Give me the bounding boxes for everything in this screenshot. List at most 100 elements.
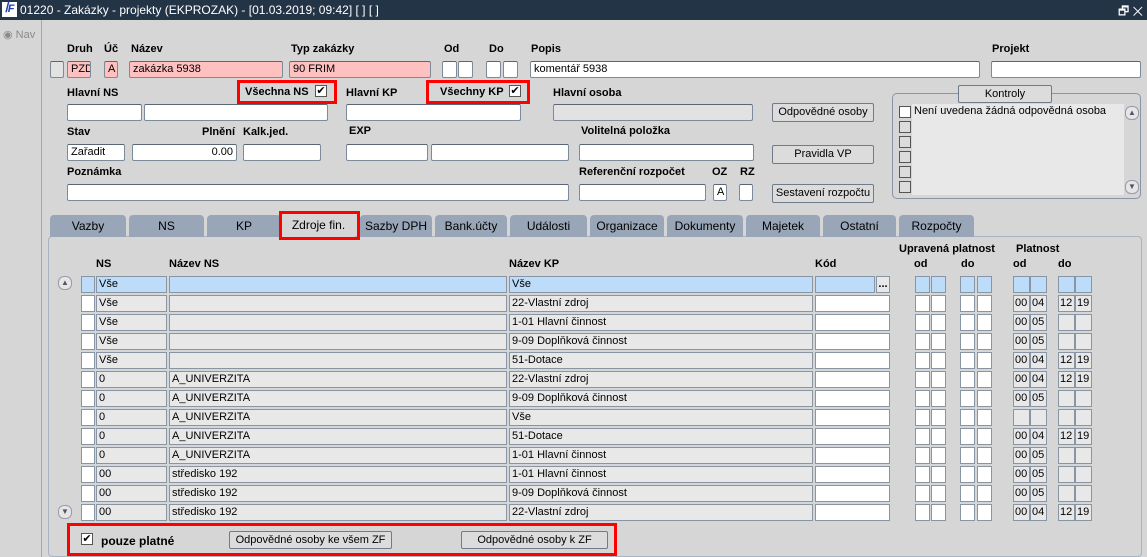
exp-field-2[interactable] xyxy=(431,144,569,161)
cell-upravena[interactable] xyxy=(915,428,930,445)
cell-upravena[interactable] xyxy=(960,447,975,464)
cell-upravena[interactable] xyxy=(915,333,930,350)
row-selector[interactable] xyxy=(81,352,95,369)
hlavni-ns-field[interactable] xyxy=(67,104,142,121)
cell-nazev-ns[interactable] xyxy=(169,276,507,293)
cell-nazev-ns[interactable]: středisko 192 xyxy=(169,466,507,483)
cell-kod[interactable] xyxy=(815,276,875,293)
cell-upravena[interactable] xyxy=(977,352,992,369)
volitelna-field[interactable] xyxy=(579,144,754,161)
cell-upravena[interactable] xyxy=(931,466,946,483)
cell-upravena[interactable] xyxy=(915,485,930,502)
row-selector[interactable] xyxy=(81,371,95,388)
cell-nazev-kp[interactable]: 22-Vlastní zdroj xyxy=(509,371,813,388)
cell-nazev-ns[interactable]: A_UNIVERZITA xyxy=(169,447,507,464)
row-selector[interactable] xyxy=(81,504,95,521)
cell-upravena[interactable] xyxy=(977,504,992,521)
kontrola-checkbox[interactable] xyxy=(899,151,911,163)
cell-upravena[interactable] xyxy=(931,409,946,426)
tab-0[interactable]: Vazby xyxy=(50,215,126,237)
cell-nazev-kp[interactable]: 51-Dotace xyxy=(509,428,813,445)
cell-upravena[interactable] xyxy=(931,314,946,331)
plneni-field[interactable]: 0.00 xyxy=(132,144,237,161)
cell-upravena[interactable] xyxy=(915,390,930,407)
pravidla-vp-button[interactable]: Pravidla VP xyxy=(772,145,874,164)
cell-upravena[interactable] xyxy=(931,390,946,407)
druh-field[interactable]: PZD xyxy=(67,61,91,78)
cell-upravena[interactable] xyxy=(977,314,992,331)
cell-nazev-ns[interactable] xyxy=(169,352,507,369)
cell-nazev-kp[interactable]: 22-Vlastní zdroj xyxy=(509,295,813,312)
cell-kod[interactable] xyxy=(815,352,890,369)
row-marker[interactable] xyxy=(50,61,64,78)
cell-upravena[interactable] xyxy=(960,276,975,293)
tab-9[interactable]: Majetek xyxy=(746,215,820,237)
cell-kod[interactable] xyxy=(815,447,890,464)
grid-scroll-down[interactable]: ▼ xyxy=(58,505,72,519)
cell-ns[interactable]: Vše xyxy=(96,352,167,369)
cell-upravena[interactable] xyxy=(931,485,946,502)
restore-icon[interactable]: 🗗 ✕ xyxy=(1118,2,1143,23)
row-selector[interactable] xyxy=(81,314,95,331)
cell-nazev-ns[interactable]: středisko 192 xyxy=(169,504,507,521)
vsechny-kp-checkbox[interactable]: ✔ xyxy=(509,85,521,97)
tab-7[interactable]: Organizace xyxy=(590,215,664,237)
cell-upravena[interactable] xyxy=(931,447,946,464)
cell-upravena[interactable] xyxy=(931,352,946,369)
cell-nazev-ns[interactable]: A_UNIVERZITA xyxy=(169,390,507,407)
cell-ns[interactable]: 0 xyxy=(96,428,167,445)
cell-ns[interactable]: 0 xyxy=(96,409,167,426)
row-selector[interactable] xyxy=(81,428,95,445)
cell-nazev-ns[interactable]: středisko 192 xyxy=(169,485,507,502)
od-field-1[interactable] xyxy=(442,61,457,78)
cell-nazev-kp[interactable]: 1-01 Hlavní činnost xyxy=(509,447,813,464)
kontroly-scroll-up[interactable]: ▲ xyxy=(1125,106,1139,120)
cell-ns[interactable]: 00 xyxy=(96,466,167,483)
kontrola-checkbox[interactable] xyxy=(899,136,911,148)
vsechna-ns-checkbox[interactable]: ✔ xyxy=(315,85,327,97)
cell-kod[interactable] xyxy=(815,390,890,407)
cell-ns[interactable]: 0 xyxy=(96,447,167,464)
cell-nazev-ns[interactable]: A_UNIVERZITA xyxy=(169,409,507,426)
cell-upravena[interactable] xyxy=(977,276,992,293)
nav-radio[interactable]: ◉ Nav xyxy=(3,28,35,41)
cell-nazev-ns[interactable] xyxy=(169,295,507,312)
cell-ns[interactable]: 0 xyxy=(96,371,167,388)
cell-ns[interactable]: Vše xyxy=(96,314,167,331)
cell-upravena[interactable] xyxy=(960,333,975,350)
cell-upravena[interactable] xyxy=(960,466,975,483)
cell-upravena[interactable] xyxy=(960,295,975,312)
projekt-field[interactable] xyxy=(991,61,1141,78)
cell-ns[interactable]: Vše xyxy=(96,276,167,293)
cell-upravena[interactable] xyxy=(960,409,975,426)
do-field-1[interactable] xyxy=(486,61,501,78)
tab-10[interactable]: Ostatní xyxy=(823,215,896,237)
cell-upravena[interactable] xyxy=(931,504,946,521)
cell-upravena[interactable] xyxy=(977,390,992,407)
odpovedne-osoby-zf-button[interactable]: Odpovědné osoby k ZF xyxy=(461,531,608,549)
kontrola-checkbox[interactable] xyxy=(899,106,911,118)
tab-1[interactable]: NS xyxy=(129,215,204,237)
cell-upravena[interactable] xyxy=(915,466,930,483)
exp-field-1[interactable] xyxy=(346,144,428,161)
oz-field[interactable]: A xyxy=(713,184,727,201)
odpovedne-osoby-button[interactable]: Odpovědné osoby xyxy=(772,103,874,122)
kontroly-scroll-down[interactable]: ▼ xyxy=(1125,180,1139,194)
row-selector[interactable] xyxy=(81,276,95,293)
kontrola-checkbox[interactable] xyxy=(899,166,911,178)
tab-4[interactable]: Sazby DPH xyxy=(360,215,432,237)
cell-kod[interactable] xyxy=(815,314,890,331)
hlavni-ns-name-field[interactable] xyxy=(144,104,328,121)
cell-nazev-kp[interactable]: 9-09 Doplňková činnost xyxy=(509,390,813,407)
cell-nazev-kp[interactable]: 9-09 Doplňková činnost xyxy=(509,485,813,502)
row-selector[interactable] xyxy=(81,409,95,426)
cell-upravena[interactable] xyxy=(915,504,930,521)
cell-upravena[interactable] xyxy=(931,295,946,312)
grid-scroll-up[interactable]: ▲ xyxy=(58,276,72,290)
cell-upravena[interactable] xyxy=(977,466,992,483)
cell-upravena[interactable] xyxy=(960,485,975,502)
pouze-platne-checkbox[interactable]: ✔ xyxy=(81,533,93,545)
uc-field[interactable]: A xyxy=(104,61,118,78)
cell-upravena[interactable] xyxy=(915,371,930,388)
popis-field[interactable]: komentář 5938 xyxy=(530,61,980,78)
